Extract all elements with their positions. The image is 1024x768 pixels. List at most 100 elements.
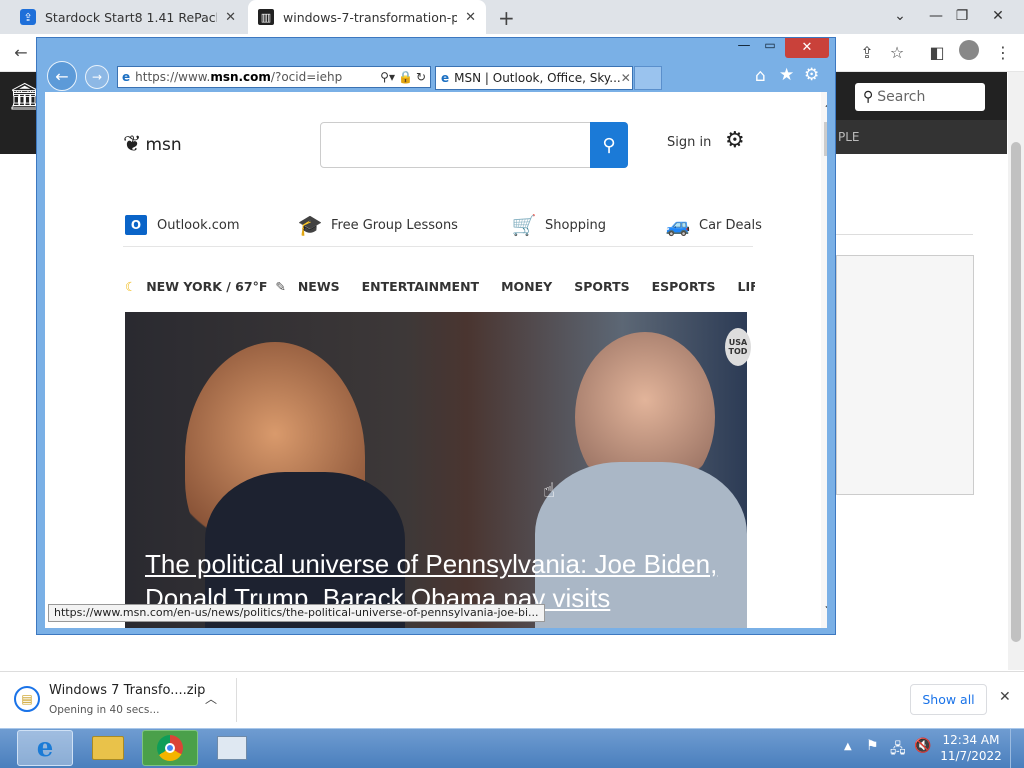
outlook-icon: O bbox=[123, 212, 149, 238]
close-window-button[interactable]: ✕ bbox=[984, 4, 1012, 28]
ie-scrollbar[interactable]: ⌃ ⌄ bbox=[821, 92, 827, 628]
category-esports[interactable]: ESPORTS bbox=[652, 279, 716, 294]
clock-date: 11/7/2022 bbox=[940, 749, 1002, 763]
network-icon[interactable]: 🖧 bbox=[890, 738, 906, 762]
refresh-icon[interactable]: ↻ bbox=[416, 70, 426, 84]
show-all-button[interactable]: Show all bbox=[910, 684, 987, 715]
chrome-tab-windows7[interactable]: ▥ windows-7-transformation-pack ✕ bbox=[248, 0, 486, 34]
ie-tab-msn[interactable]: e MSN | Outlook, Office, Sky... ✕ bbox=[435, 66, 633, 90]
control-panel-icon bbox=[217, 736, 247, 760]
weather-label[interactable]: NEW YORK / 67°F bbox=[146, 279, 267, 294]
ie-new-tab-button[interactable] bbox=[634, 66, 662, 90]
tab-title: windows-7-transformation-pack bbox=[283, 9, 458, 25]
download-status: Opening in 40 secs... bbox=[49, 704, 160, 716]
chrome-tab-stardock[interactable]: ⇪ Stardock Start8 1.41 RePack by P ✕ bbox=[10, 0, 246, 34]
divider bbox=[836, 234, 973, 235]
close-tab-icon[interactable]: ✕ bbox=[621, 71, 631, 85]
lock-icon: 🔒 bbox=[397, 70, 413, 84]
share-icon[interactable]: ⇪ bbox=[854, 40, 880, 66]
minimize-button[interactable]: — bbox=[922, 4, 950, 28]
favorites-star-icon[interactable]: ★ bbox=[779, 65, 794, 85]
address-domain: msn.com bbox=[210, 70, 271, 84]
flag-icon[interactable]: ⚑ bbox=[866, 738, 879, 754]
ie-close-button[interactable]: ✕ bbox=[785, 38, 829, 58]
edit-pencil-icon[interactable]: ✎ bbox=[275, 279, 285, 294]
quicklink-shopping[interactable]: 🛒 Shopping bbox=[511, 212, 607, 238]
chevron-up-icon[interactable]: ︿ bbox=[205, 690, 217, 707]
new-tab-button[interactable]: + bbox=[498, 6, 515, 30]
more-menu-icon[interactable]: ⋮ bbox=[990, 40, 1016, 66]
msn-search-input[interactable] bbox=[320, 122, 628, 168]
clock-time: 12:34 AM bbox=[942, 733, 1000, 747]
category-lifestyle[interactable]: LIFESTY bbox=[738, 279, 755, 294]
car-icon: 🚙 bbox=[665, 213, 691, 237]
ie-back-button[interactable]: ← bbox=[47, 61, 77, 91]
address-suffix: /?ocid=iehp bbox=[270, 70, 343, 84]
archive-icon: ▥ bbox=[258, 9, 274, 25]
ie-status-bar-url: https://www.msn.com/en-us/news/politics/… bbox=[48, 604, 545, 622]
tools-gear-icon[interactable]: ⚙ bbox=[804, 65, 819, 85]
tab-search-chevron-icon[interactable]: ⌄ bbox=[886, 4, 914, 28]
stardock-icon: ⇪ bbox=[20, 9, 36, 25]
ie-maximize-button[interactable]: ▭ bbox=[759, 38, 781, 56]
ie-address-bar[interactable]: e https://www. msn.com/?ocid=iehp ⚲▾ 🔒 ↻ bbox=[117, 66, 431, 88]
show-desktop-button[interactable] bbox=[1010, 729, 1024, 768]
forward-arrow-icon: → bbox=[91, 70, 103, 84]
bookmark-star-icon[interactable]: ☆ bbox=[884, 40, 910, 66]
back-arrow-icon: ← bbox=[55, 66, 69, 86]
download-bar: ▤ Windows 7 Transfo....zip Opening in 40… bbox=[0, 671, 1024, 727]
sign-in-link[interactable]: Sign in bbox=[667, 135, 711, 150]
hand-cursor-icon: ☝ bbox=[543, 478, 556, 502]
address-prefix: https://www. bbox=[135, 70, 211, 84]
volume-muted-icon[interactable]: 🔇 bbox=[914, 738, 931, 754]
background-search-input[interactable]: ⚲ Search bbox=[855, 83, 985, 111]
folder-icon bbox=[92, 736, 124, 760]
background-content-panel bbox=[836, 255, 974, 495]
side-panel-icon[interactable]: ◧ bbox=[924, 40, 950, 66]
download-filename[interactable]: Windows 7 Transfo....zip bbox=[49, 683, 205, 698]
ie-logo-icon: e bbox=[36, 733, 54, 763]
chrome-scrollbar[interactable] bbox=[1008, 72, 1024, 670]
category-news[interactable]: NEWS bbox=[298, 279, 340, 294]
scroll-thumb[interactable] bbox=[824, 122, 827, 156]
search-dropdown-icon[interactable]: ⚲▾ bbox=[380, 70, 395, 84]
msn-logo[interactable]: ❦ msn bbox=[123, 132, 182, 157]
taskbar-clock[interactable]: 12:34 AM 11/7/2022 bbox=[940, 732, 1002, 764]
msn-category-bar: ☾ NEW YORK / 67°F ✎ NEWS ENTERTAINMENT M… bbox=[125, 274, 755, 298]
close-tab-icon[interactable]: ✕ bbox=[225, 10, 236, 25]
tab-title: Stardock Start8 1.41 RePack by P bbox=[45, 9, 217, 25]
background-nav-item[interactable]: PLE bbox=[836, 120, 1007, 154]
museum-logo-icon: 🏛 bbox=[8, 82, 42, 112]
scroll-down-icon[interactable]: ⌄ bbox=[823, 598, 827, 612]
search-icon: ⚲ bbox=[602, 134, 616, 156]
taskbar-app-button[interactable] bbox=[204, 730, 260, 766]
ie-minimize-button[interactable]: — bbox=[733, 38, 755, 56]
ie-window: — ▭ ✕ ← → e https://www. msn.com/?ocid=ie… bbox=[36, 37, 836, 635]
ie-page-icon: e bbox=[441, 71, 450, 85]
category-sports[interactable]: SPORTS bbox=[574, 279, 629, 294]
chrome-icon bbox=[157, 735, 183, 761]
profile-avatar-icon[interactable] bbox=[956, 40, 982, 66]
category-money[interactable]: MONEY bbox=[501, 279, 552, 294]
quicklink-car-deals[interactable]: 🚙 Car Deals bbox=[665, 212, 762, 238]
restore-button[interactable]: ❐ bbox=[948, 4, 976, 28]
scroll-up-icon[interactable]: ⌃ bbox=[823, 102, 827, 116]
category-entertainment[interactable]: ENTERTAINMENT bbox=[362, 279, 479, 294]
ie-tab-title: MSN | Outlook, Office, Sky... bbox=[454, 71, 621, 85]
settings-gear-icon[interactable]: ⚙ bbox=[725, 128, 745, 153]
taskbar-ie-button[interactable]: e bbox=[17, 730, 73, 766]
ie-forward-button[interactable]: → bbox=[85, 65, 109, 89]
back-arrow-icon[interactable]: ← bbox=[8, 40, 34, 66]
close-icon[interactable]: ✕ bbox=[999, 689, 1011, 705]
msn-search-button[interactable]: ⚲ bbox=[590, 122, 628, 168]
taskbar-chrome-button[interactable] bbox=[142, 730, 198, 766]
ie-page-icon: e bbox=[122, 70, 131, 84]
divider bbox=[236, 678, 237, 722]
close-tab-icon[interactable]: ✕ bbox=[465, 10, 476, 25]
home-icon[interactable]: ⌂ bbox=[755, 66, 766, 86]
quicklink-group-lessons[interactable]: 🎓 Free Group Lessons bbox=[297, 212, 458, 238]
taskbar-explorer-button[interactable] bbox=[80, 730, 136, 766]
divider bbox=[123, 246, 753, 247]
show-hidden-icons-chevron-icon[interactable]: ▲ bbox=[844, 741, 852, 752]
quicklink-outlook[interactable]: O Outlook.com bbox=[123, 212, 240, 238]
